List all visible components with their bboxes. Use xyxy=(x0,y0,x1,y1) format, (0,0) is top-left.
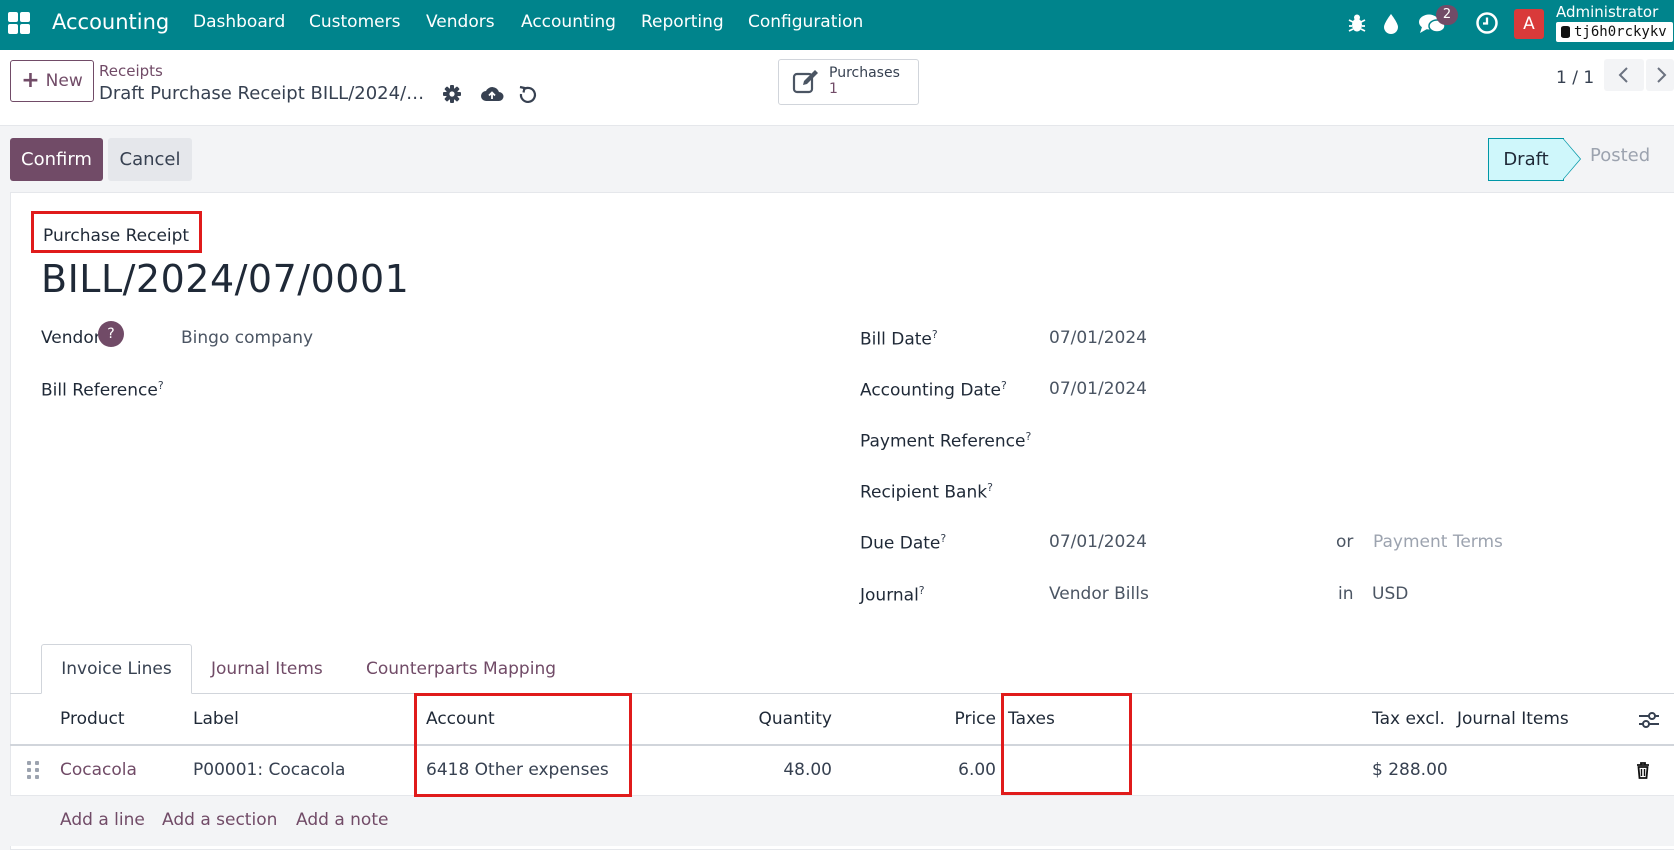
menu-accounting[interactable]: Accounting xyxy=(521,12,616,32)
vendor-label: Vendor xyxy=(41,328,101,348)
clock-icon[interactable] xyxy=(1474,10,1500,36)
optional-columns-icon[interactable] xyxy=(1638,710,1660,730)
due-date-field[interactable]: 07/01/2024 xyxy=(1049,532,1147,552)
row-label[interactable]: P00001: Cocacola xyxy=(193,760,345,780)
add-section-link[interactable]: Add a section xyxy=(162,810,277,830)
due-date-label: Due Date? xyxy=(860,532,947,554)
chat-count-badge: 2 xyxy=(1436,5,1458,25)
new-button[interactable]: + New xyxy=(10,60,94,102)
tab-counterparts-mapping[interactable]: Counterparts Mapping xyxy=(366,659,556,679)
user-name[interactable]: Administrator xyxy=(1556,3,1658,21)
column-price[interactable]: Price xyxy=(955,709,996,729)
payment-reference-label: Payment Reference? xyxy=(860,430,1032,452)
new-button-label: New xyxy=(45,71,83,91)
row-tax-excl: $ 288.00 xyxy=(1372,760,1448,780)
help-mark: ? xyxy=(1025,430,1032,443)
recipient-bank-label: Recipient Bank? xyxy=(860,481,993,503)
plus-icon: + xyxy=(21,68,40,93)
help-mark: ? xyxy=(987,481,993,494)
currency-field[interactable]: USD xyxy=(1372,584,1408,604)
top-navbar: Accounting Dashboard Customers Vendors A… xyxy=(0,0,1674,50)
stage-draft-arrow-fill xyxy=(1563,139,1580,179)
tab-invoice-lines[interactable]: Invoice Lines xyxy=(41,644,192,694)
tabs-divider xyxy=(10,693,1674,694)
database-name: tj6h0rckykv xyxy=(1556,22,1673,42)
journal-label: Journal? xyxy=(860,584,925,606)
accounting-date-field[interactable]: 07/01/2024 xyxy=(1049,379,1147,399)
pager-previous-button[interactable] xyxy=(1604,59,1644,91)
menu-dashboard[interactable]: Dashboard xyxy=(193,12,285,32)
column-quantity[interactable]: Quantity xyxy=(759,709,832,729)
row-price[interactable]: 6.00 xyxy=(958,760,996,780)
confirm-button[interactable]: Confirm xyxy=(10,138,103,181)
menu-customers[interactable]: Customers xyxy=(309,12,400,32)
stage-draft[interactable]: Draft xyxy=(1488,138,1564,181)
app-name[interactable]: Accounting xyxy=(52,10,169,34)
drop-icon[interactable] xyxy=(1378,10,1404,36)
pager-value[interactable]: 1 / 1 xyxy=(1556,68,1594,88)
row-quantity[interactable]: 48.00 xyxy=(783,760,832,780)
help-mark: ? xyxy=(940,532,947,545)
menu-reporting[interactable]: Reporting xyxy=(641,12,724,32)
smart-button-value: 1 xyxy=(829,81,838,97)
payment-reference-field[interactable] xyxy=(1049,424,1649,454)
status-bar: Confirm Cancel Draft Posted xyxy=(0,127,1674,192)
column-product[interactable]: Product xyxy=(60,709,125,729)
bill-reference-field[interactable] xyxy=(181,372,821,402)
gear-icon[interactable] xyxy=(441,83,463,105)
help-mark: ? xyxy=(931,328,938,341)
control-panel: + New Receipts Draft Purchase Receipt BIL… xyxy=(0,50,1674,126)
row-product[interactable]: Cocacola xyxy=(60,760,137,780)
help-mark: ? xyxy=(1000,379,1007,392)
vendor-help-icon[interactable]: ? xyxy=(98,321,124,347)
bill-date-field[interactable]: 07/01/2024 xyxy=(1049,328,1147,348)
accounting-date-label: Accounting Date? xyxy=(860,379,1007,401)
menu-vendors[interactable]: Vendors xyxy=(426,12,495,32)
cloud-save-icon[interactable] xyxy=(480,83,504,105)
menu-configuration[interactable]: Configuration xyxy=(748,12,863,32)
journal-field[interactable]: Vendor Bills xyxy=(1049,584,1149,604)
trash-icon[interactable] xyxy=(1635,761,1651,780)
breadcrumb-receipts[interactable]: Receipts xyxy=(99,62,163,80)
payment-terms-field[interactable]: Payment Terms xyxy=(1373,532,1503,552)
help-mark: ? xyxy=(918,584,925,597)
chevron-left-icon xyxy=(1618,67,1628,83)
table-header-divider xyxy=(10,744,1674,746)
vendor-field[interactable]: Bingo company xyxy=(181,328,313,348)
account-highlight-box xyxy=(414,693,632,797)
in-label: in xyxy=(1338,584,1354,604)
bug-icon[interactable] xyxy=(1344,10,1370,36)
help-mark: ? xyxy=(157,379,164,392)
tab-journal-items[interactable]: Journal Items xyxy=(211,659,323,679)
pager-next-button[interactable] xyxy=(1646,59,1674,91)
stage-posted[interactable]: Posted xyxy=(1590,145,1650,166)
edit-icon xyxy=(792,70,818,94)
add-note-link[interactable]: Add a note xyxy=(296,810,388,830)
cancel-button[interactable]: Cancel xyxy=(108,138,192,181)
discard-icon[interactable] xyxy=(517,83,539,105)
taxes-highlight-box xyxy=(1001,693,1132,795)
or-label: or xyxy=(1336,532,1354,552)
user-avatar[interactable]: A xyxy=(1514,9,1544,39)
bill-reference-label: Bill Reference? xyxy=(41,379,164,401)
chevron-right-icon xyxy=(1657,67,1667,83)
purchases-smart-button[interactable]: Purchases 1 xyxy=(778,59,919,105)
column-label[interactable]: Label xyxy=(193,709,239,729)
record-title: Draft Purchase Receipt BILL/2024/07/0001 xyxy=(99,83,433,104)
document-type: Purchase Receipt xyxy=(31,211,202,253)
add-line-link[interactable]: Add a line xyxy=(60,810,145,830)
recipient-bank-field[interactable] xyxy=(1049,475,1649,505)
apps-icon[interactable] xyxy=(8,12,30,34)
column-tax-excl[interactable]: Tax excl. xyxy=(1372,709,1445,729)
drag-handle-icon[interactable] xyxy=(27,761,39,779)
smart-button-label: Purchases xyxy=(829,65,900,81)
column-journal-items[interactable]: Journal Items xyxy=(1457,709,1569,729)
bill-date-label: Bill Date? xyxy=(860,328,938,350)
document-number: BILL/2024/07/0001 xyxy=(41,257,410,301)
